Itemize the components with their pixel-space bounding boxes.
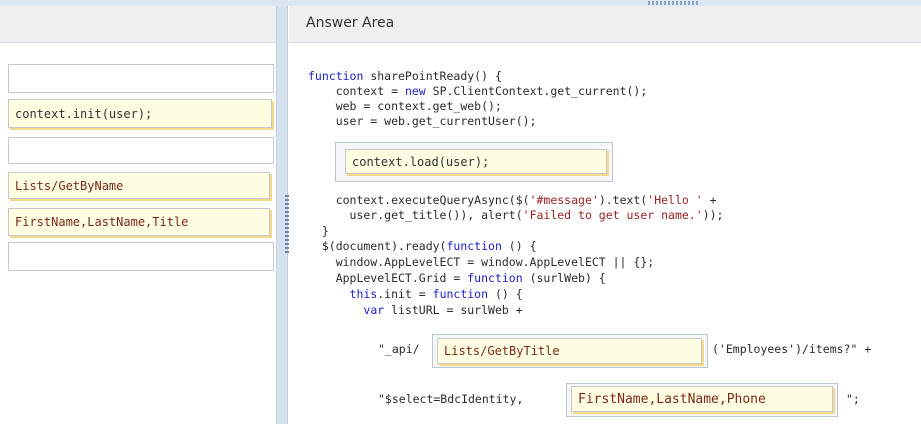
answer-area-title: Answer Area	[306, 15, 395, 31]
answer-label: context.load(user);	[352, 154, 490, 169]
code-line: ('Employees')/items?" +	[712, 342, 872, 356]
code-text: ));	[702, 208, 724, 222]
code-text: context.executeQueryAsync($(	[308, 193, 530, 207]
answer-chip[interactable]: FirstName,LastName,Phone	[571, 386, 833, 412]
code-text: context =	[308, 84, 405, 98]
code-line: context = new SP.ClientContext.get_curre…	[308, 84, 648, 98]
option-label: FirstName,LastName,Title	[15, 215, 189, 229]
code-text: (surlWeb) {	[522, 271, 606, 285]
horizontal-resize-grip[interactable]	[648, 1, 698, 5]
code-line: web = context.get_web();	[308, 99, 502, 113]
option-item[interactable]: FirstName,LastName,Title	[8, 208, 270, 236]
option-slot-empty[interactable]	[8, 137, 274, 164]
code-line: context.executeQueryAsync($('#message').…	[308, 194, 717, 207]
code-string: 'Hello '	[647, 193, 703, 207]
option-slot-empty[interactable]	[8, 242, 274, 271]
code-text: user.get_title()), alert(	[308, 208, 523, 222]
answer-label: Lists/GetByTitle	[444, 344, 560, 358]
options-header	[0, 6, 276, 43]
code-line: user.get_title()), alert('Failed to get …	[308, 208, 724, 222]
code-string: "$select=BdcIdentity,	[378, 392, 524, 406]
option-slot-empty[interactable]	[8, 64, 274, 93]
code-line: user = web.get_currentUser();	[308, 114, 537, 128]
code-text: $(document).ready(	[308, 239, 447, 253]
code-text: listURL = surlWeb +	[384, 303, 523, 317]
code-string: 'Failed to get user name.'	[522, 208, 703, 222]
code-text: SP.ClientContext.get_current();	[425, 84, 648, 98]
code-text: AppLevelECT.Grid =	[308, 271, 468, 285]
code-keyword: new	[404, 84, 426, 98]
code-line: window.AppLevelECT = window.AppLevelECT …	[308, 255, 655, 269]
code-line: this.init = function () {	[308, 288, 523, 301]
option-item[interactable]: context.init(user);	[8, 99, 272, 128]
code-keyword: function	[432, 287, 489, 301]
answer-chip[interactable]: Lists/GetByTitle	[437, 338, 702, 364]
option-label: Lists/GetByName	[15, 178, 124, 193]
answer-label: FirstName,LastName,Phone	[578, 391, 766, 407]
option-item[interactable]: Lists/GetByName	[8, 172, 270, 199]
code-line: var listURL = surlWeb +	[308, 303, 523, 317]
code-text: .init =	[377, 287, 433, 301]
code-text: ).text(	[598, 193, 648, 207]
code-string: "_api/	[378, 342, 420, 356]
option-label: context.init(user);	[15, 106, 153, 121]
answer-chip[interactable]: context.load(user);	[345, 149, 607, 174]
code-line: function sharePointReady() {	[308, 70, 502, 83]
code-text: () {	[501, 239, 537, 253]
code-line: }	[308, 224, 329, 238]
code-keyword: this	[349, 287, 378, 301]
code-keyword: function	[467, 271, 523, 285]
code-text: sharePointReady() {	[363, 69, 502, 83]
code-line: AppLevelECT.Grid = function (surlWeb) {	[308, 272, 606, 285]
code-keyword: var	[363, 303, 385, 317]
code-text: +	[702, 193, 717, 207]
code-keyword: function	[446, 239, 502, 253]
code-line: ";	[846, 392, 860, 406]
code-text: () {	[488, 287, 523, 301]
code-keyword: function	[308, 69, 364, 83]
code-line: $(document).ready(function () {	[308, 240, 537, 253]
code-string: '#message'	[529, 193, 599, 207]
